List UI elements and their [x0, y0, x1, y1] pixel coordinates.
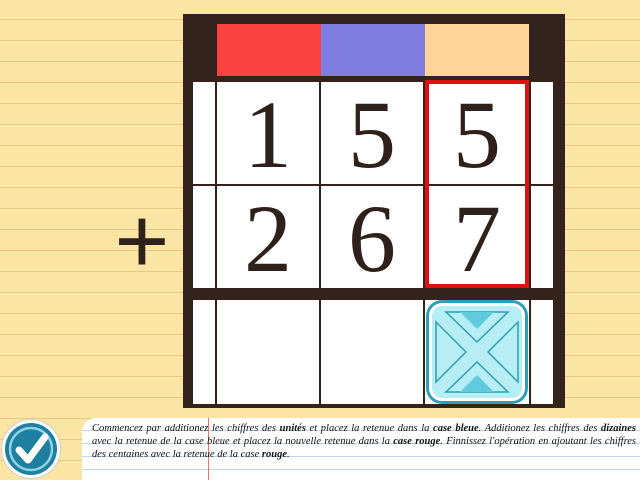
board-edge-left-row2	[193, 186, 215, 288]
instruction-text: . Additionez les chiffres des	[478, 423, 601, 434]
board-edge-right-row2	[531, 186, 553, 288]
instruction-emphasis: rouge	[261, 449, 287, 460]
result-cell-hundreds[interactable]	[217, 300, 319, 404]
digit-cell-hundreds-row2: 2	[217, 186, 319, 288]
instruction-emphasis: case rouge	[393, 436, 441, 447]
carry-box-blue[interactable]	[321, 24, 425, 76]
validate-button[interactable]	[2, 420, 60, 478]
checkmark-icon	[5, 423, 57, 475]
answer-tile-button[interactable]	[426, 300, 528, 404]
digit-cell-tens-row1: 5	[321, 82, 423, 184]
plus-operator: +	[114, 188, 170, 293]
result-cell-tens[interactable]	[321, 300, 423, 404]
board-edge-left-row1	[193, 82, 215, 184]
instruction-emphasis: case bleue	[433, 423, 479, 434]
digit-cell-hundreds-row1: 1	[217, 82, 319, 184]
digit: 6	[348, 185, 396, 292]
digit-cell-units-row1: 5	[425, 82, 529, 184]
instruction-text: .	[286, 449, 290, 460]
instructions-panel: Commencez par additionez les chiffres de…	[82, 418, 640, 480]
board-edge-left-row3	[193, 300, 215, 404]
instruction-text: avec la retenue de la case bleue et plac…	[92, 436, 394, 447]
instructions-text: Commencez par additionez les chiffres de…	[92, 422, 636, 461]
instruction-text: Commencez par additionez les chiffres de…	[92, 423, 280, 434]
instruction-text: et placez la retenue dans la	[305, 423, 434, 434]
hourglass-arrows-icon	[435, 311, 519, 393]
digit-cell-tens-row2: 6	[321, 186, 423, 288]
instruction-emphasis: unités	[279, 423, 306, 434]
digit: 5	[348, 81, 396, 188]
digit-cell-units-row2: 7	[425, 186, 529, 288]
carry-box-orange[interactable]	[425, 24, 529, 76]
digit: 5	[453, 81, 501, 188]
carry-box-red[interactable]	[217, 24, 321, 76]
digit: 1	[244, 81, 292, 188]
digit: 2	[244, 185, 292, 292]
board-edge-right-row1	[531, 82, 553, 184]
answer-tile-face	[429, 303, 525, 401]
board-edge-right-row3	[531, 300, 553, 404]
instruction-emphasis: dizaines	[600, 423, 636, 434]
digit: 7	[453, 185, 501, 292]
